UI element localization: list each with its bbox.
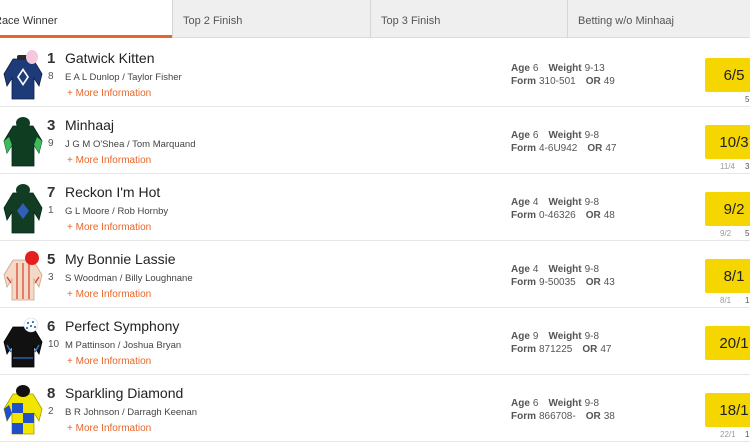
runner-row: 7 1 Reckon I'm Hot G L Moore / Rob Hornb… [0,174,750,241]
previous-odds-secondary: 1 [745,296,750,305]
runner-connections: M Pattinson / Joshua Bryan [65,340,182,351]
more-information-link[interactable]: + More Information [67,289,151,300]
runner-age-weight: Age 6 Weight 9-8 [511,130,600,141]
runner-draw: 9 [48,138,54,149]
tab-betting-without-minhaaj[interactable]: Betting w/o Minhaaj [567,0,750,38]
odds-button[interactable]: 6/5 [705,58,750,92]
runner-connections: E A L Dunlop / Taylor Fisher [65,72,182,83]
tab-race-winner[interactable]: Race Winner [0,0,172,38]
more-information-link[interactable]: + More Information [67,356,151,367]
runner-connections: G L Moore / Rob Hornby [65,206,169,217]
more-information-link[interactable]: + More Information [67,88,151,99]
previous-odds-secondary: 5 [745,95,750,104]
runner-row: 5 3 My Bonnie Lassie S Woodman / Billy L… [0,241,750,308]
runner-name: Reckon I'm Hot [65,184,161,200]
runner-draw: 1 [48,205,54,216]
runner-draw: 2 [48,406,54,417]
jockey-silk-icon [3,184,43,234]
runner-form-or: Form 9-50035 OR 43 [511,277,615,288]
runner-number: 8 [47,385,56,402]
more-information-link[interactable]: + More Information [67,155,151,166]
runner-draw: 8 [48,71,54,82]
previous-odds-secondary: 5 [745,229,750,238]
jockey-silk-icon [3,251,43,301]
runner-age-weight: Age 6 Weight 9-13 [511,63,605,74]
odds-button[interactable]: 8/1 [705,259,750,293]
runner-age-weight: Age 9 Weight 9-8 [511,331,600,342]
more-information-link[interactable]: + More Information [67,222,151,233]
jockey-silk-icon [3,117,43,167]
odds-button[interactable]: 18/1 [705,393,750,427]
runner-connections: B R Johnson / Darragh Keenan [65,407,198,418]
runner-form-or: Form 0-46326 OR 48 [511,210,615,221]
runner-age-weight: Age 6 Weight 9-8 [511,398,600,409]
tab-top-2-finish[interactable]: Top 2 Finish [172,0,370,38]
runner-number: 7 [47,184,56,201]
odds-button[interactable]: 10/3 [705,125,750,159]
odds-button[interactable]: 20/1 [705,326,750,360]
previous-odds: 8/1 [720,296,732,305]
runner-number: 6 [47,318,56,335]
runner-name: Minhaaj [65,117,115,133]
runner-row: 3 9 Minhaaj J G M O'Shea / Tom Marquand … [0,107,750,174]
runner-name: Sparkling Diamond [65,385,184,401]
tab-top-3-finish[interactable]: Top 3 Finish [370,0,567,38]
runner-form-or: Form 4-6U942 OR 47 [511,143,617,154]
previous-odds: 22/1 [720,430,736,439]
runner-list: 1 8 Gatwick Kitten E A L Dunlop / Taylor… [0,40,750,442]
runner-row: 6 10 Perfect Symphony M Pattinson / Josh… [0,308,750,375]
previous-odds: 11/4 [720,162,735,171]
previous-odds-secondary: 3 [745,162,750,171]
runner-form-or: Form 866708- OR 38 [511,411,615,422]
previous-odds: 9/2 [720,229,732,238]
runner-number: 3 [47,117,56,134]
previous-odds-secondary: 1 [745,430,750,439]
runner-age-weight: Age 4 Weight 9-8 [511,197,600,208]
runner-name: My Bonnie Lassie [65,251,176,267]
more-information-link[interactable]: + More Information [67,423,151,434]
runner-name: Gatwick Kitten [65,50,155,66]
runner-connections: J G M O'Shea / Tom Marquand [65,139,196,150]
runner-draw: 3 [48,272,54,283]
runner-row: 1 8 Gatwick Kitten E A L Dunlop / Taylor… [0,40,750,107]
odds-button[interactable]: 9/2 [705,192,750,226]
runner-connections: S Woodman / Billy Loughnane [65,273,193,284]
runner-number: 5 [47,251,56,268]
runner-row: 8 2 Sparkling Diamond B R Johnson / Darr… [0,375,750,442]
runner-form-or: Form 310-501 OR 49 [511,76,615,87]
market-tabs: Race Winner Top 2 Finish Top 3 Finish Be… [0,0,750,38]
runner-name: Perfect Symphony [65,318,180,334]
runner-number: 1 [47,50,56,67]
jockey-silk-icon [3,385,43,435]
jockey-silk-icon [3,50,43,100]
runner-draw: 10 [48,339,60,350]
jockey-silk-icon [3,318,43,368]
runner-form-or: Form 871225 OR 47 [511,344,612,355]
runner-age-weight: Age 4 Weight 9-8 [511,264,600,275]
